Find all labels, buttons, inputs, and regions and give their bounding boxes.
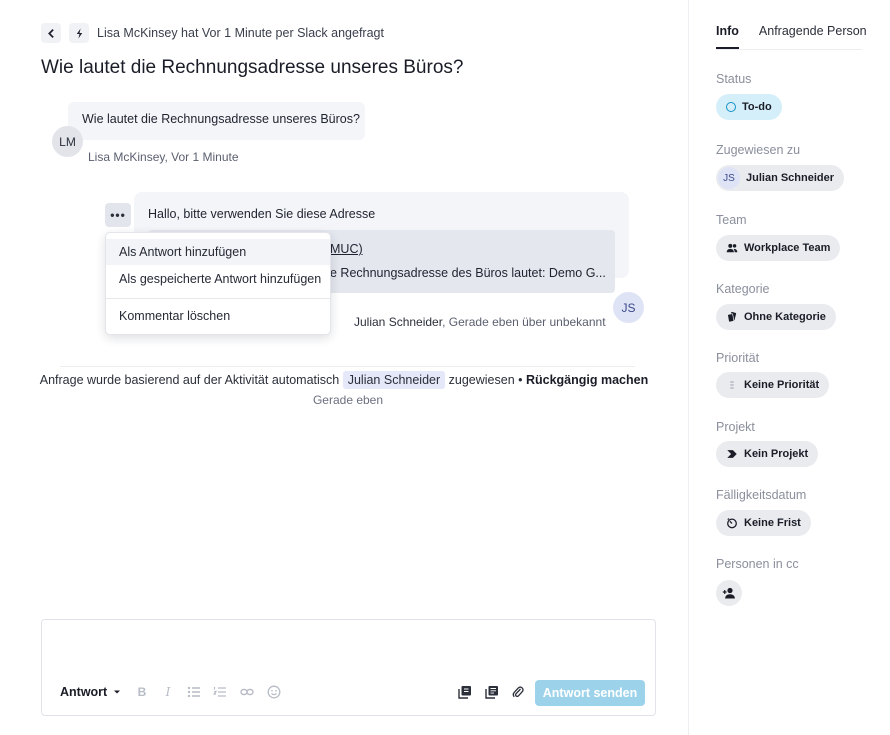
due-date-label: Fälligkeitsdatum xyxy=(716,488,807,502)
status-label: Status xyxy=(716,72,752,86)
slack-source-button[interactable] xyxy=(69,23,89,43)
article-icon xyxy=(485,686,498,699)
undo-button[interactable]: Rückgängig machen xyxy=(526,373,648,387)
menu-item-add-as-answer[interactable]: Als Antwort hinzufügen xyxy=(106,239,330,265)
timer-icon xyxy=(727,518,737,529)
project-label: Projekt xyxy=(716,420,755,434)
sidebar-tabs: Info Anfragende Person xyxy=(716,24,867,49)
status-circle-icon xyxy=(726,102,736,112)
answer-text: Hallo, bitte verwenden Sie diese Adresse xyxy=(148,207,376,221)
question-time: , Vor 1 Minute xyxy=(164,150,239,164)
question-bubble: Wie lautet die Rechnungsadresse unseres … xyxy=(68,102,365,140)
team-icon xyxy=(726,243,738,253)
priority-value: Keine Priorität xyxy=(744,379,820,391)
bold-button[interactable]: B xyxy=(133,683,151,701)
tab-info[interactable]: Info xyxy=(716,24,739,49)
send-answer-button[interactable]: Antwort senden xyxy=(535,680,645,706)
request-header: Lisa McKinsey hat Vor 1 Minute per Slack… xyxy=(41,23,384,43)
priority-label: Priorität xyxy=(716,351,760,365)
assignee-value: Julian Schneider xyxy=(746,172,835,184)
priority-pill[interactable]: Keine Priorität xyxy=(716,372,830,398)
more-options-button[interactable]: ••• xyxy=(105,203,131,227)
priority-lines-icon xyxy=(730,381,734,389)
saved-answers-button[interactable] xyxy=(456,683,474,701)
library-icon xyxy=(458,686,471,699)
italic-button[interactable]: I xyxy=(159,683,177,701)
project-chevron-icon xyxy=(727,450,737,458)
link-icon xyxy=(240,688,254,696)
comment-context-menu: Als Antwort hinzufügen Als gespeicherte … xyxy=(105,232,331,335)
assigned-label: Zugewiesen zu xyxy=(716,143,801,157)
bullet-list-icon xyxy=(187,686,200,698)
team-label: Team xyxy=(716,213,747,227)
menu-item-add-as-saved-answer[interactable]: Als gespeicherte Antwort hinzufügen xyxy=(106,266,330,292)
request-line: Lisa McKinsey hat Vor 1 Minute per Slack… xyxy=(97,26,384,40)
due-date-value: Keine Frist xyxy=(744,517,801,529)
category-pill[interactable]: Ohne Kategorie xyxy=(716,304,836,330)
quote-snippet: e Rechnungsadresse des Büros lautet: Dem… xyxy=(330,266,606,280)
chevron-left-icon xyxy=(47,28,54,38)
conversation-pane: Lisa McKinsey hat Vor 1 Minute per Slack… xyxy=(0,0,688,735)
avatar: LM xyxy=(52,126,83,157)
category-label: Kategorie xyxy=(716,282,770,296)
question-author[interactable]: Lisa McKinsey xyxy=(88,150,164,164)
numbered-list-icon xyxy=(213,687,226,697)
system-event-suffix: zugewiesen • xyxy=(448,373,523,387)
project-pill[interactable]: Kein Projekt xyxy=(716,441,819,467)
add-person-icon xyxy=(722,587,735,599)
link-button[interactable] xyxy=(238,683,256,701)
back-button[interactable] xyxy=(41,23,61,43)
tab-requester[interactable]: Anfragende Person xyxy=(759,24,867,49)
answer-meta: Julian Schneider, Gerade eben über unbek… xyxy=(354,315,606,329)
avatar: JS xyxy=(613,292,644,323)
knowledge-base-button[interactable] xyxy=(483,683,501,701)
system-event: Anfrage wurde basierend auf der Aktivitä… xyxy=(0,371,688,389)
team-value: Workplace Team xyxy=(744,242,831,254)
status-pill[interactable]: To-do xyxy=(716,94,782,120)
tabs-divider xyxy=(716,49,862,50)
more-icon: ••• xyxy=(110,208,126,222)
category-value: Ohne Kategorie xyxy=(744,311,826,323)
page-title: Wie lautet die Rechnungsadresse unseres … xyxy=(41,57,464,78)
category-cards-icon xyxy=(727,311,737,323)
assignee-chip[interactable]: Julian Schneider xyxy=(342,371,446,389)
menu-divider xyxy=(106,298,330,299)
bold-icon: B xyxy=(137,685,147,699)
paperclip-icon xyxy=(512,686,524,698)
bullet-list-button[interactable] xyxy=(185,683,203,701)
reply-type-dropdown[interactable]: Antwort xyxy=(60,685,121,699)
menu-item-delete-comment[interactable]: Kommentar löschen xyxy=(106,303,330,329)
answer-time: , Gerade eben über unbekannt xyxy=(442,315,606,329)
add-cc-person-button[interactable] xyxy=(716,580,742,606)
reply-type-label: Antwort xyxy=(60,685,108,699)
assignee-pill[interactable]: JS Julian Schneider xyxy=(716,165,845,191)
lightning-icon xyxy=(76,28,82,38)
quote-link[interactable]: MUC) xyxy=(330,242,363,256)
numbered-list-button[interactable] xyxy=(211,683,229,701)
attach-button[interactable] xyxy=(509,683,527,701)
system-event-time: Gerade eben xyxy=(312,393,384,407)
question-meta: Lisa McKinsey, Vor 1 Minute xyxy=(88,150,239,164)
status-value: To-do xyxy=(742,101,772,113)
team-pill[interactable]: Workplace Team xyxy=(716,235,841,261)
divider xyxy=(60,366,635,367)
italic-icon: I xyxy=(165,685,171,699)
due-date-pill[interactable]: Keine Frist xyxy=(716,510,811,536)
cc-label: Personen in cc xyxy=(716,557,799,571)
emoji-button[interactable] xyxy=(265,683,283,701)
system-event-text: Anfrage wurde basierend auf der Aktivitä… xyxy=(39,373,340,387)
caret-down-icon xyxy=(114,690,121,694)
avatar: JS xyxy=(718,167,740,189)
project-value: Kein Projekt xyxy=(744,448,809,460)
emoji-icon xyxy=(267,685,281,699)
answer-author[interactable]: Julian Schneider xyxy=(354,315,442,329)
